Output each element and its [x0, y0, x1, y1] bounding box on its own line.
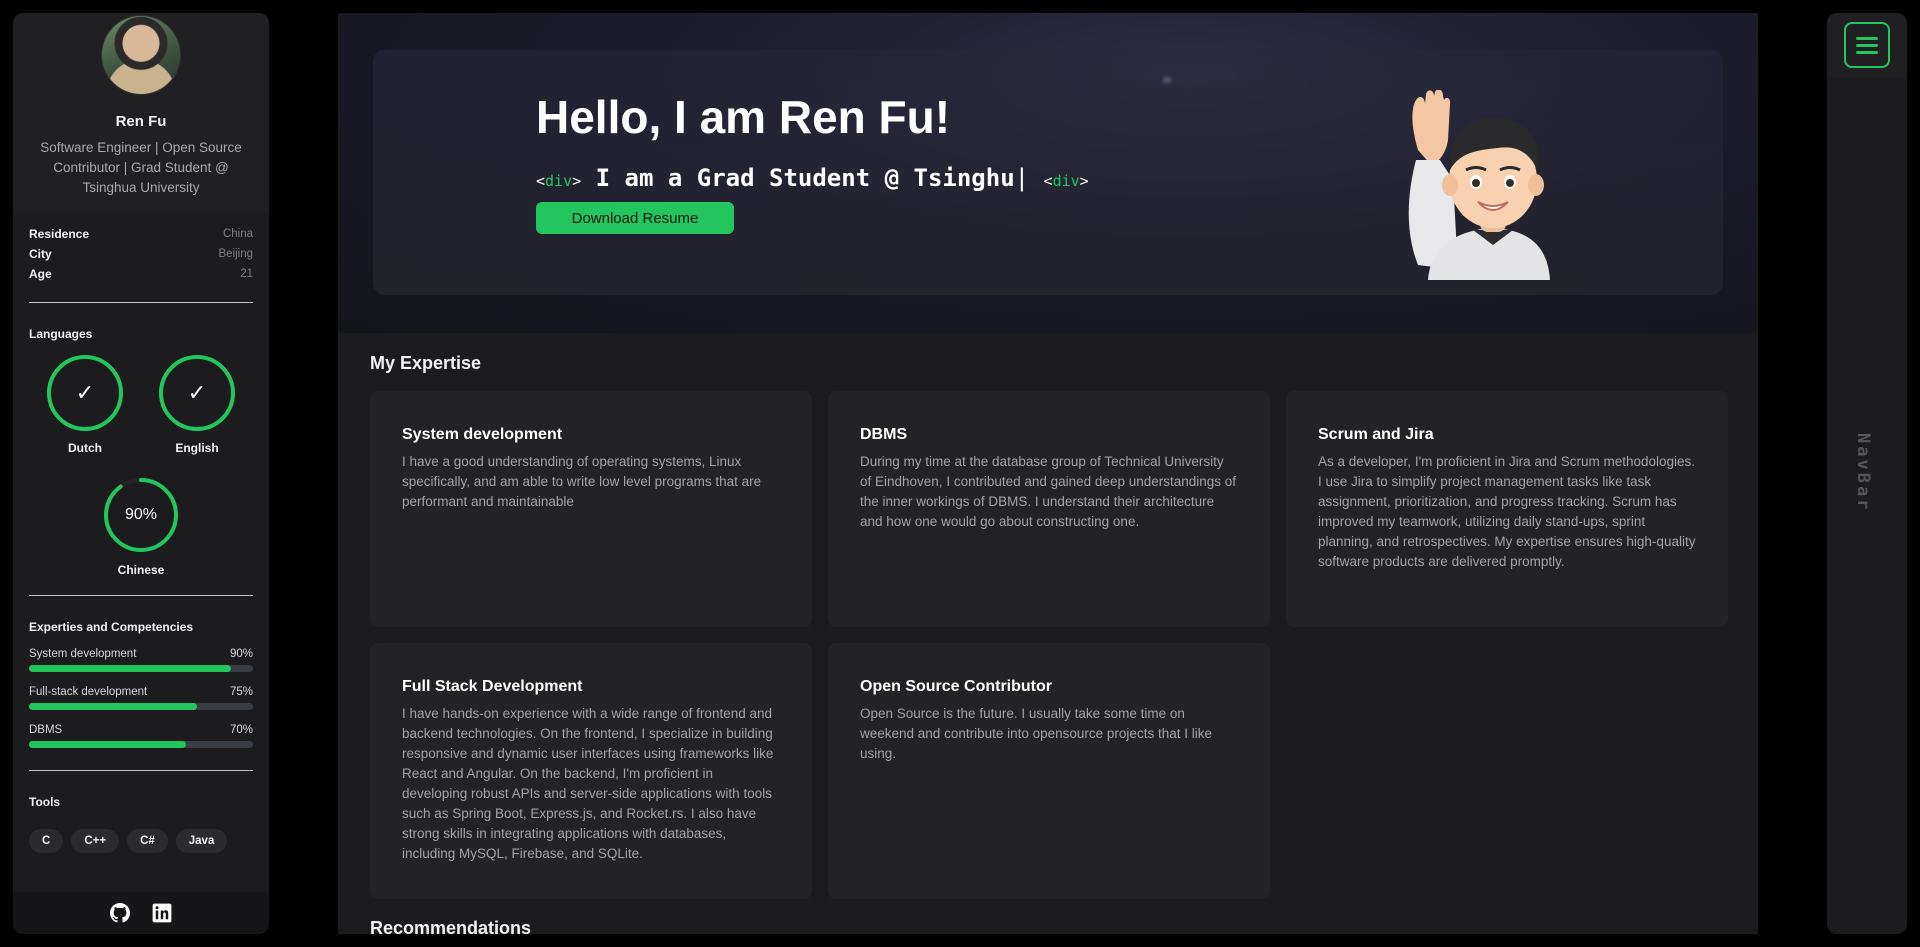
card-text: Open Source is the future. I usually tak…	[860, 706, 1212, 761]
info-row-residence: Residence China	[29, 224, 253, 244]
avatar	[101, 15, 181, 95]
main-content: Hello, I am Ren Fu! <div> I am a Grad St…	[338, 13, 1758, 934]
info-label: Residence	[29, 227, 90, 241]
language-chinese: 90% Chinese	[91, 477, 191, 577]
divider	[29, 770, 253, 771]
skill-bar	[29, 703, 253, 710]
code-tag-close: div	[1052, 172, 1080, 190]
memoji-avatar-illustration	[1408, 90, 1550, 280]
skill-percent: 90%	[229, 648, 253, 660]
skill-percent: 75%	[229, 686, 253, 698]
card-title: Open Source Contributor	[860, 678, 1052, 695]
profile-header: Ren Fu Software Engineer | Open Source C…	[13, 13, 269, 212]
right-navbar: NavBar	[1827, 13, 1907, 934]
card-text: I have a good understanding of operating…	[402, 454, 762, 509]
hamburger-icon	[1856, 36, 1878, 40]
expertise-card-system-development: System development I have a good underst…	[370, 391, 812, 627]
recommendations-title: Recommendations	[370, 918, 532, 934]
divider	[29, 595, 253, 596]
tool-tag: C++	[71, 829, 120, 853]
info-label: Age	[29, 267, 52, 281]
skill-full-stack: Full-stack development 75%	[29, 686, 253, 710]
info-value: Beijing	[218, 248, 253, 260]
navbar-label: NavBar	[1853, 433, 1873, 513]
expertise-title: My Expertise	[370, 353, 482, 373]
tool-tag: C	[29, 829, 64, 853]
languages-title: Languages	[29, 327, 93, 341]
language-english: ✓ English	[147, 355, 247, 455]
navbar-header	[1827, 13, 1907, 77]
language-dutch: ✓ Dutch	[35, 355, 135, 455]
progress-ring-label: 90%	[124, 506, 158, 523]
expertise-card-open-source: Open Source Contributor Open Source is t…	[828, 643, 1270, 899]
check-icon: ✓	[47, 355, 123, 431]
profile-bio: Software Engineer | Open Source Contribu…	[40, 140, 242, 195]
language-label: Dutch	[68, 441, 102, 455]
card-text: I have hands-on experience with a wide r…	[402, 706, 774, 861]
tools-list: C C++ C# Java	[29, 829, 253, 853]
github-icon	[110, 903, 130, 923]
code-tag-open: div	[545, 172, 573, 190]
download-resume-button[interactable]: Download Resume	[536, 202, 734, 234]
linkedin-icon	[152, 903, 172, 923]
check-icon: ✓	[159, 355, 235, 431]
expertise-cards: System development I have a good underst…	[370, 391, 1730, 899]
skill-bar	[29, 741, 253, 748]
skill-name: System development	[29, 648, 137, 660]
tool-tag: C#	[127, 829, 168, 853]
linkedin-link[interactable]	[152, 903, 172, 923]
divider	[29, 302, 253, 303]
menu-toggle-button[interactable]	[1844, 22, 1890, 68]
info-row-city: City Beijing	[29, 244, 253, 264]
skill-name: DBMS	[29, 724, 63, 736]
info-value: 21	[240, 268, 253, 280]
hamburger-icon-line	[1856, 50, 1878, 54]
card-text: As a developer, I'm proficient in Jira a…	[1318, 454, 1696, 569]
expertise-section: My Expertise System development I have a…	[370, 353, 1730, 899]
profile-name: Ren Fu	[115, 113, 167, 130]
info-label: City	[29, 247, 52, 261]
typed-text-line: <div> I am a Grad Student @ Tsinghu| <di…	[536, 164, 1089, 192]
sidebar: Ren Fu Software Engineer | Open Source C…	[13, 13, 269, 934]
skill-bar-fill	[29, 741, 186, 748]
expertise-card-full-stack: Full Stack Development I have hands-on e…	[370, 643, 812, 899]
tool-tag: Java	[175, 829, 228, 853]
info-value: China	[222, 228, 253, 240]
expertise-card-scrum-jira: Scrum and Jira As a developer, I'm profi…	[1286, 391, 1728, 627]
card-title: System development	[402, 426, 563, 443]
language-label: Chinese	[117, 563, 165, 577]
typed-text: I am a Grad Student @ Tsinghu	[595, 164, 1015, 192]
typing-cursor: |	[1014, 164, 1030, 192]
skills-list: System development 90% Full-stack develo…	[29, 648, 253, 748]
skills-title: Experties and Competencies	[29, 620, 194, 634]
expertise-card-dbms: DBMS During my time at the database grou…	[828, 391, 1270, 627]
card-text: During my time at the database group of …	[860, 454, 1237, 529]
social-links	[13, 892, 269, 934]
skill-bar-fill	[29, 703, 197, 710]
language-label: English	[175, 441, 219, 455]
card-title: Full Stack Development	[402, 678, 583, 695]
skill-system-development: System development 90%	[29, 648, 253, 672]
card-title: DBMS	[860, 426, 908, 443]
card-title: Scrum and Jira	[1318, 426, 1434, 443]
hero-banner: Hello, I am Ren Fu! <div> I am a Grad St…	[373, 50, 1723, 295]
skill-dbms: DBMS 70%	[29, 724, 253, 748]
skill-name: Full-stack development	[29, 686, 148, 698]
hamburger-icon-line	[1856, 43, 1878, 47]
info-row-age: Age 21	[29, 264, 253, 284]
github-link[interactable]	[110, 903, 130, 923]
languages-list: ✓ Dutch ✓ English	[29, 355, 253, 455]
personal-info: Residence China City Beijing Age 21	[29, 212, 253, 302]
skill-percent: 70%	[229, 724, 253, 736]
progress-ring: 90%	[103, 477, 179, 553]
skill-bar-fill	[29, 665, 231, 672]
tools-title: Tools	[29, 795, 61, 809]
hero-title: Hello, I am Ren Fu!	[536, 91, 951, 143]
skill-bar	[29, 665, 253, 672]
